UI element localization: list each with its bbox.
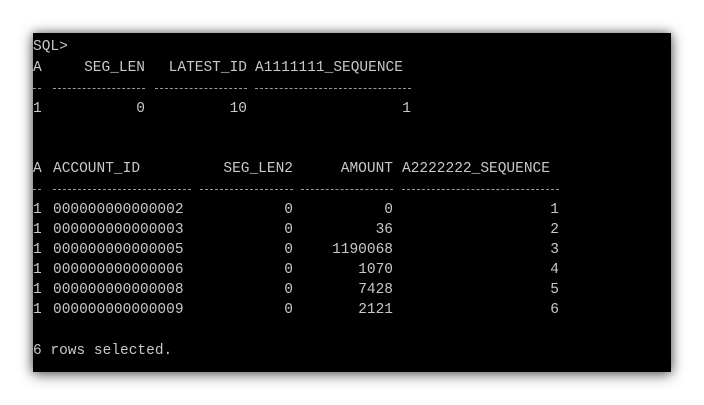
- table1-row: 1 0 10 1: [33, 99, 411, 119]
- separator-dash: [53, 88, 145, 90]
- sql-prompt[interactable]: SQL>: [33, 37, 68, 57]
- table1-col-latest-id-header: LATEST_ID: [168, 60, 247, 76]
- table2-cell-seg-len2: 0: [284, 242, 293, 258]
- table2-header-row: A ACCOUNT_ID SEG_LEN2 AMOUNT A2222222_SE…: [33, 159, 550, 179]
- table2-cell-account-id: 000000000000002: [53, 202, 184, 218]
- table1-separator-row: [33, 78, 411, 98]
- separator-dash: [53, 189, 191, 191]
- table2-row: 1 000000000000008 0 7428 5: [33, 280, 559, 300]
- table2-row: 1 000000000000006 0 1070 4: [33, 260, 559, 280]
- separator-dash: [301, 189, 393, 191]
- table1-cell-latest-id: 10: [229, 101, 247, 117]
- table1-col-a-header: A: [33, 60, 42, 76]
- table2-cell-amount: 1070: [358, 262, 393, 278]
- table2-col-a-header: A: [33, 161, 42, 177]
- table2-col-amount-header: AMOUNT: [340, 161, 393, 177]
- table2-cell-seg-len2: 0: [284, 262, 293, 278]
- table1-cell-seg-len: 0: [136, 101, 145, 117]
- table1-col-sequence-header: A1111111_SEQUENCE: [255, 60, 403, 76]
- table2-cell-a: 1: [33, 222, 42, 238]
- table2-cell-a: 1: [33, 262, 42, 278]
- table2-cell-account-id: 000000000000009: [53, 302, 184, 318]
- table2-cell-account-id: 000000000000008: [53, 282, 184, 298]
- separator-dash: [200, 189, 293, 191]
- table1-header-row: A SEG_LEN LATEST_ID A1111111_SEQUENCE: [33, 58, 403, 78]
- table2-cell-amount: 2121: [358, 302, 393, 318]
- table2-row: 1 000000000000009 0 2121 6: [33, 300, 559, 320]
- table2-cell-seg-len2: 0: [284, 222, 293, 238]
- table2-cell-amount: 0: [384, 202, 393, 218]
- table2-cell-sequence: 2: [550, 222, 559, 238]
- table2-cell-amount: 7428: [358, 282, 393, 298]
- table2-row: 1 000000000000002 0 0 1: [33, 200, 559, 220]
- table2-col-sequence-header: A2222222_SEQUENCE: [402, 161, 550, 177]
- table2-cell-account-id: 000000000000003: [53, 222, 184, 238]
- separator-dash: [402, 189, 559, 191]
- table2-cell-a: 1: [33, 302, 42, 318]
- table2-row: 1 000000000000003 0 36 2: [33, 220, 559, 240]
- table2-cell-seg-len2: 0: [284, 202, 293, 218]
- table2-col-seg-len2-header: SEG_LEN2: [223, 161, 293, 177]
- table1-cell-sequence: 1: [402, 101, 411, 117]
- rows-selected-message: 6 rows selected.: [33, 343, 173, 359]
- table2-cell-sequence: 6: [550, 302, 559, 318]
- table2-cell-a: 1: [33, 202, 42, 218]
- table1-cell-a: 1: [33, 101, 42, 117]
- table2-cell-a: 1: [33, 282, 42, 298]
- table2-cell-a: 1: [33, 242, 42, 258]
- separator-dash: [33, 189, 41, 191]
- table2-cell-amount: 1190068: [332, 242, 393, 258]
- table2-col-account-id-header: ACCOUNT_ID: [53, 161, 141, 177]
- table2-separator-row: [33, 179, 559, 199]
- table2-cell-sequence: 4: [550, 262, 559, 278]
- table2-cell-seg-len2: 0: [284, 282, 293, 298]
- table1-col-seg-len-header: SEG_LEN: [84, 60, 145, 76]
- separator-dash: [255, 88, 411, 90]
- table2-cell-account-id: 000000000000006: [53, 262, 184, 278]
- table2-cell-sequence: 1: [550, 202, 559, 218]
- table2-cell-sequence: 5: [550, 282, 559, 298]
- terminal-window: SQL> A SEG_LEN LATEST_ID A1111111_SEQUEN…: [33, 33, 671, 372]
- table2-cell-seg-len2: 0: [284, 302, 293, 318]
- separator-dash: [33, 88, 41, 90]
- table2-cell-amount: 36: [375, 222, 393, 238]
- table2-row: 1 000000000000005 0 1190068 3: [33, 240, 559, 260]
- table2-cell-sequence: 3: [550, 242, 559, 258]
- separator-dash: [155, 88, 247, 90]
- table2-cell-account-id: 000000000000005: [53, 242, 184, 258]
